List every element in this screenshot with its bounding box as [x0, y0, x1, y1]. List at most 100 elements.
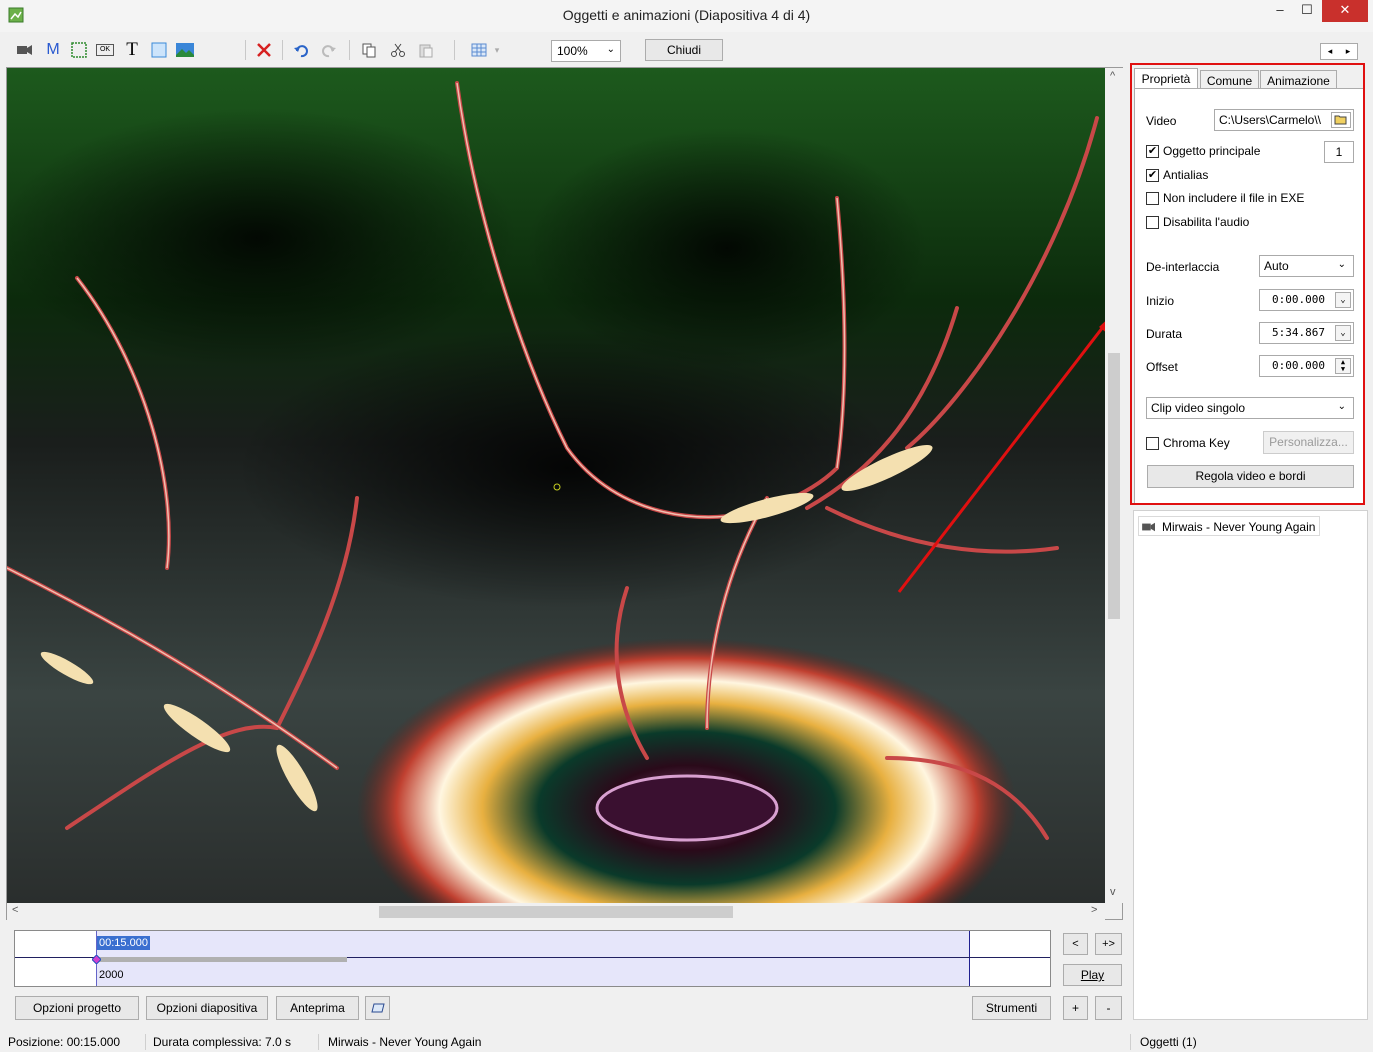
title-bar: Oggetti e animazioni (Diapositiva 4 di 4… — [0, 0, 1373, 32]
keyframe-marker-icon[interactable] — [92, 955, 101, 964]
antialias-checkbox[interactable]: ✔ Antialias — [1146, 168, 1208, 182]
video-icon[interactable] — [14, 39, 36, 61]
close-window-button[interactable]: ✕ — [1322, 0, 1368, 22]
main-object-checkbox[interactable]: ✔ Oggetto principale — [1146, 144, 1260, 158]
disable-audio-label: Disabilita l'audio — [1163, 215, 1250, 229]
timeline[interactable]: 00:15.000 2000 — [14, 930, 1051, 987]
chroma-key-checkbox[interactable]: Chroma Key — [1146, 436, 1230, 450]
duration-field[interactable]: 5:34.867 ⌄ — [1259, 322, 1354, 344]
open-folder-icon[interactable] — [1331, 112, 1351, 128]
redo-icon[interactable] — [318, 39, 340, 61]
offset-label: Offset — [1146, 360, 1178, 374]
add-button[interactable]: + — [1063, 996, 1088, 1020]
exclude-exe-label: Non includere il file in EXE — [1163, 191, 1305, 205]
maximize-button[interactable]: ☐ — [1294, 0, 1320, 22]
video-label: Video — [1146, 114, 1177, 128]
duration-label: Durata — [1146, 327, 1183, 341]
offset-value: 0:00.000 — [1272, 359, 1325, 372]
chevron-down-icon: ⌄ — [1337, 259, 1346, 270]
duration-value: 5:34.867 — [1272, 326, 1325, 339]
timeline-time: 00:15.000 — [97, 936, 150, 950]
copy-icon[interactable] — [358, 39, 380, 61]
tools-button[interactable]: Strumenti — [972, 996, 1051, 1020]
start-field[interactable]: 0:00.000 ⌄ — [1259, 289, 1354, 311]
timeline-next-button[interactable]: +> — [1095, 933, 1122, 955]
monitor-icon — [370, 1003, 385, 1013]
vertical-scroll-thumb[interactable] — [1108, 353, 1120, 619]
toolbar-separator — [282, 40, 283, 60]
preview-button[interactable]: Anteprima — [276, 996, 359, 1020]
deinterlace-label: De-interlaccia — [1146, 260, 1220, 274]
rectangle-icon[interactable] — [148, 39, 170, 61]
slide-preview[interactable] — [7, 68, 1105, 903]
nav-prev-button[interactable]: ◂ — [1321, 44, 1339, 59]
horizontal-scrollbar[interactable]: < > — [7, 903, 1105, 920]
video-path-value: C:\Users\Carmelo\\ — [1219, 113, 1322, 127]
object-list[interactable]: Mirwais - Never Young Again — [1133, 510, 1368, 1020]
list-item-label: Mirwais - Never Young Again — [1162, 520, 1316, 534]
close-editor-button[interactable]: Chiudi — [645, 39, 723, 61]
check-icon: ✔ — [1146, 144, 1159, 158]
scroll-up-icon[interactable]: ^ — [1110, 70, 1115, 82]
start-value: 0:00.000 — [1272, 293, 1325, 306]
horizontal-scroll-thumb[interactable] — [379, 906, 733, 918]
frame-icon[interactable] — [68, 39, 90, 61]
paste-icon[interactable] — [415, 39, 437, 61]
toolbar-separator — [454, 40, 455, 60]
scroll-right-icon[interactable]: > — [1091, 904, 1097, 916]
slide-options-button[interactable]: Opzioni diapositiva — [146, 996, 268, 1020]
undo-icon[interactable] — [290, 39, 312, 61]
button-icon-label: OK — [96, 44, 114, 56]
customize-button[interactable]: Personalizza... — [1263, 431, 1354, 454]
status-bar: Posizione: 00:15.000 Durata complessiva:… — [0, 1032, 1373, 1052]
check-icon: ✔ — [1146, 168, 1159, 182]
chevron-down-icon: ⌄ — [606, 44, 615, 55]
offset-field[interactable]: 0:00.000 ▲ ▼ — [1259, 355, 1354, 377]
fractal-video-frame — [7, 68, 1105, 903]
panel-nav-arrows: ◂ ▸ — [1320, 43, 1358, 60]
deinterlace-value: Auto — [1264, 259, 1289, 273]
image-icon[interactable] — [174, 39, 196, 61]
window-title: Oggetti e animazioni (Diapositiva 4 di 4… — [562, 7, 811, 23]
adjust-video-button[interactable]: Regola video e bordi — [1147, 465, 1354, 488]
chevron-down-icon[interactable]: ⌄ — [1335, 325, 1351, 341]
scroll-left-icon[interactable]: < — [12, 904, 18, 916]
grid-icon[interactable] — [468, 39, 490, 61]
text-icon[interactable]: T — [121, 39, 143, 61]
button-icon[interactable]: OK — [94, 39, 116, 61]
timeline-progress — [97, 957, 347, 962]
status-object-count: Oggetti (1) — [1140, 1035, 1197, 1049]
toolbar-separator — [245, 40, 246, 60]
zoom-value: 100% — [557, 44, 588, 58]
scroll-down-icon[interactable]: v — [1110, 886, 1116, 898]
delete-icon[interactable] — [253, 39, 275, 61]
video-icon — [1142, 522, 1155, 532]
exclude-exe-checkbox[interactable]: Non includere il file in EXE — [1146, 191, 1304, 205]
spinner-icon[interactable]: ▲ ▼ — [1335, 358, 1351, 374]
screen-mode-button[interactable] — [365, 996, 390, 1020]
canvas-area: ^ v < > — [6, 67, 1123, 920]
status-track: Mirwais - Never Young Again — [328, 1035, 482, 1049]
clip-mode-select[interactable]: Clip video singolo ⌄ — [1146, 397, 1354, 419]
deinterlace-select[interactable]: Auto ⌄ — [1259, 255, 1354, 277]
play-button[interactable]: Play — [1063, 964, 1122, 986]
toolbar: M OK T ▾ 100% ⌄ Chiudi ◂ ▸ — [0, 34, 1373, 66]
remove-button[interactable]: - — [1095, 996, 1122, 1020]
video-path-field[interactable]: C:\Users\Carmelo\\ — [1214, 109, 1354, 131]
timeline-prev-button[interactable]: < — [1063, 933, 1088, 955]
project-options-button[interactable]: Opzioni progetto — [15, 996, 139, 1020]
grid-dropdown-icon[interactable]: ▾ — [490, 39, 504, 61]
minimize-button[interactable]: – — [1267, 0, 1293, 22]
disable-audio-checkbox[interactable]: Disabilita l'audio — [1146, 215, 1249, 229]
clip-mode-value: Clip video singolo — [1151, 401, 1246, 415]
chevron-down-icon[interactable]: ⌄ — [1335, 292, 1351, 308]
mask-icon[interactable]: M — [42, 39, 64, 61]
main-object-number[interactable]: 1 — [1324, 141, 1354, 163]
nav-next-button[interactable]: ▸ — [1339, 44, 1357, 59]
zoom-select[interactable]: 100% ⌄ — [551, 40, 621, 62]
chroma-key-label: Chroma Key — [1163, 436, 1230, 450]
cut-icon[interactable] — [387, 39, 409, 61]
list-item[interactable]: Mirwais - Never Young Again — [1138, 516, 1321, 536]
start-label: Inizio — [1146, 294, 1175, 308]
vertical-scrollbar[interactable]: ^ v — [1105, 68, 1123, 903]
